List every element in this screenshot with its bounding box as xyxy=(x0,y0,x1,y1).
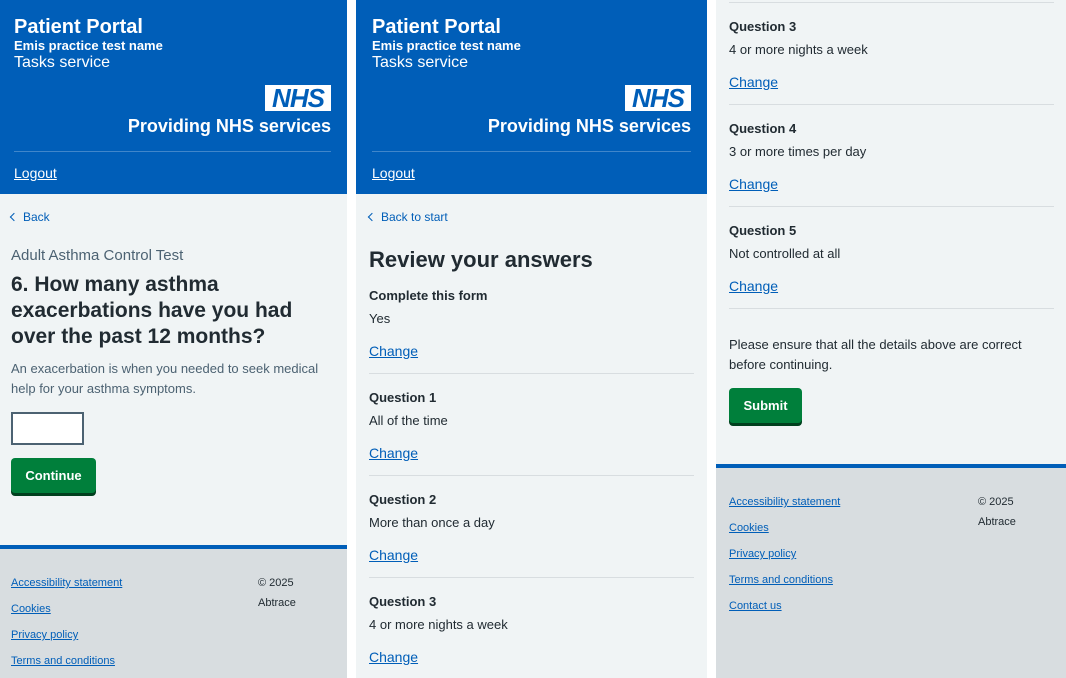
row-divider xyxy=(729,104,1054,105)
summary-answer: More than once a day xyxy=(369,515,495,530)
review-heading: Review your answers xyxy=(369,247,593,272)
change-link[interactable]: Change xyxy=(369,343,418,359)
summary-label: Question 4 xyxy=(729,121,797,136)
exacerbations-input[interactable] xyxy=(11,412,84,445)
summary-label: Complete this form xyxy=(369,288,488,303)
logout-link[interactable]: Logout xyxy=(14,165,57,181)
header-divider xyxy=(14,151,331,152)
review-screen-bottom: Question 3 4 or more nights a week Chang… xyxy=(716,0,1066,678)
change-link[interactable]: Change xyxy=(369,649,418,665)
confirm-text: Please ensure that all the details above… xyxy=(729,337,1022,372)
row-divider xyxy=(729,2,1054,3)
summary-answer: 4 or more nights a week xyxy=(369,617,508,632)
summary-answer: All of the time xyxy=(369,413,448,428)
footer-link-terms[interactable]: Terms and conditions xyxy=(11,654,115,668)
back-to-start-link[interactable]: Back to start xyxy=(367,210,448,224)
nhs-logo: NHS xyxy=(625,83,691,113)
row-divider xyxy=(369,475,694,476)
footer-link-contact[interactable]: Contact us xyxy=(729,599,782,613)
site-header: Patient Portal Emis practice test name T… xyxy=(0,0,347,194)
providing-nhs-services: Providing NHS services xyxy=(127,116,331,136)
footer-link-terms[interactable]: Terms and conditions xyxy=(729,573,833,587)
change-link[interactable]: Change xyxy=(729,176,778,192)
footer-link-privacy[interactable]: Privacy policy xyxy=(729,547,796,561)
portal-title: Patient Portal xyxy=(14,16,143,38)
site-footer: Accessibility statement Cookies Privacy … xyxy=(0,545,347,678)
providing-nhs-services: Providing NHS services xyxy=(487,116,691,136)
nhs-logo: NHS xyxy=(265,83,331,113)
panel-gap xyxy=(707,0,716,678)
nhs-logo-text: NHS xyxy=(632,83,685,113)
row-divider xyxy=(729,308,1054,309)
summary-label: Question 3 xyxy=(729,19,797,34)
row-divider xyxy=(369,577,694,578)
panel-gap xyxy=(347,0,356,678)
summary-label: Question 5 xyxy=(729,223,797,238)
logout-link[interactable]: Logout xyxy=(372,165,415,181)
footer-link-accessibility[interactable]: Accessibility statement xyxy=(11,576,122,590)
continue-button[interactable]: Continue xyxy=(11,458,96,493)
copyright-company: Abtrace xyxy=(258,597,296,609)
row-divider xyxy=(369,373,694,374)
footer-link-cookies[interactable]: Cookies xyxy=(729,521,769,535)
question-heading: 6. How many asthma exacerbations have yo… xyxy=(11,273,293,348)
service-name: Tasks service xyxy=(14,54,111,71)
back-link[interactable]: Back xyxy=(9,210,50,224)
back-link-label: Back xyxy=(23,210,50,224)
copyright-company: Abtrace xyxy=(978,516,1016,528)
service-name: Tasks service xyxy=(372,54,469,71)
summary-answer: 3 or more times per day xyxy=(729,144,867,159)
practice-name: Emis practice test name xyxy=(14,38,163,53)
summary-label: Question 2 xyxy=(369,492,437,507)
site-footer: Accessibility statement Cookies Privacy … xyxy=(716,464,1066,678)
summary-answer: 4 or more nights a week xyxy=(729,42,868,57)
summary-answer: Not controlled at all xyxy=(729,246,841,261)
review-screen-top: Patient Portal Emis practice test name T… xyxy=(356,0,707,678)
summary-answer: Yes xyxy=(369,311,391,326)
footer-link-privacy[interactable]: Privacy policy xyxy=(11,628,78,642)
practice-name: Emis practice test name xyxy=(372,38,521,53)
footer-link-accessibility[interactable]: Accessibility statement xyxy=(729,495,840,509)
footer-link-cookies[interactable]: Cookies xyxy=(11,602,51,616)
nhs-logo-text: NHS xyxy=(272,83,325,113)
chevron-left-icon xyxy=(367,212,377,222)
summary-label: Question 1 xyxy=(369,390,437,405)
summary-label: Question 3 xyxy=(369,594,437,609)
copyright-year: © 2025 xyxy=(258,577,294,589)
copyright-year: © 2025 xyxy=(978,496,1014,508)
header-divider xyxy=(372,151,691,152)
portal-title: Patient Portal xyxy=(372,16,501,38)
chevron-left-icon xyxy=(9,212,19,222)
back-link-label: Back to start xyxy=(381,210,448,224)
site-header: Patient Portal Emis practice test name T… xyxy=(356,0,707,194)
row-divider xyxy=(729,206,1054,207)
change-link[interactable]: Change xyxy=(729,278,778,294)
submit-button[interactable]: Submit xyxy=(729,388,802,423)
change-link[interactable]: Change xyxy=(369,445,418,461)
change-link[interactable]: Change xyxy=(369,547,418,563)
form-caption: Adult Asthma Control Test xyxy=(11,247,184,264)
question-hint: An exacerbation is when you needed to se… xyxy=(11,361,319,396)
change-link[interactable]: Change xyxy=(729,74,778,90)
question-screen: Patient Portal Emis practice test name T… xyxy=(0,0,347,678)
